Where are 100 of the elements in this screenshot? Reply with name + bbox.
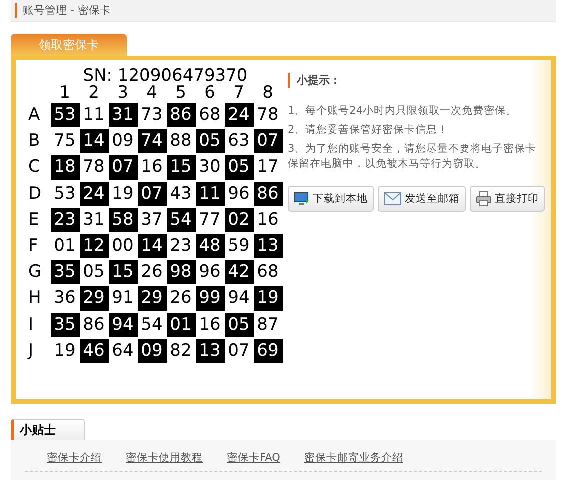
card-cell: 14 (80, 129, 108, 154)
card-cell: 69 (254, 338, 282, 363)
card-cell: 29 (138, 286, 166, 310)
card-cell: 09 (138, 338, 166, 363)
help-link[interactable]: 密保卡邮寄业务介绍 (304, 451, 404, 465)
card-cell: 86 (254, 182, 282, 206)
card-cell-text: 54 (140, 314, 164, 337)
card-cell: 07 (108, 155, 138, 180)
card-cell: 24 (80, 182, 108, 206)
card-cell-text: 88 (169, 130, 193, 154)
tip-text: 1、每个账号24小时内只限领取一次免费密保。 (288, 104, 518, 119)
tips-tab[interactable]: 小贴士 (11, 419, 85, 440)
card-cell: 05 (224, 312, 254, 337)
card-cell-text: 59 (227, 235, 251, 258)
card-cell: 11 (196, 182, 224, 206)
tips-title: 小提示： (288, 73, 547, 88)
row-header: I (28, 314, 35, 337)
action-button[interactable]: 直接打印 (470, 186, 545, 212)
card-cell-text: 23 (169, 235, 193, 258)
card-cell: 07 (138, 182, 166, 206)
card-cell-text: 30 (198, 156, 222, 180)
tip-text: 3、为了您的账号安全，请您尽量不要将电子密保卡保留在电脑中，以免被木马等行为窃取。 (288, 142, 538, 172)
card-cell: 15 (108, 260, 138, 284)
card-cell: 29 (80, 286, 108, 310)
column-header: 2 (88, 85, 100, 102)
card-cell-text: 26 (169, 287, 193, 310)
card-cell-text: 26 (140, 261, 164, 284)
card-cell-text: 94 (227, 287, 251, 310)
row-header: A (28, 104, 42, 128)
row-header: C (28, 156, 42, 180)
card-cell: 13 (196, 338, 224, 363)
column-header: 8 (262, 85, 274, 102)
card-cell: 99 (196, 286, 224, 310)
card-cell: 01 (166, 312, 196, 337)
card-cell: 19 (254, 286, 282, 310)
card-cell: 48 (196, 234, 224, 258)
column-header: 4 (146, 85, 158, 102)
card-cell-text: 68 (256, 261, 280, 284)
card-cell-text: 19 (53, 340, 77, 363)
card-cell: 46 (80, 338, 108, 363)
card-cell-text: 63 (227, 130, 251, 154)
row-header: D (28, 182, 43, 206)
card-cell-text: 96 (227, 182, 251, 206)
printer-icon (476, 191, 492, 207)
card-cell-text: 86 (82, 314, 106, 337)
card-cell-text: 19 (111, 182, 135, 206)
card-cell-text: 75 (53, 130, 77, 154)
card-cell: 23 (50, 208, 80, 232)
card-cell: 42 (224, 260, 254, 284)
action-button[interactable]: 发送至邮箱 (378, 186, 466, 212)
card-cell-text: 31 (82, 208, 106, 232)
card-cell-text: 68 (198, 104, 222, 128)
card-cell-text: 07 (227, 340, 251, 363)
row-header: E (28, 208, 40, 232)
column-header: 1 (58, 85, 72, 102)
card-cell-text: 43 (169, 182, 193, 206)
help-link[interactable]: 密保卡FAQ (227, 451, 280, 465)
card-cell-text: 17 (256, 156, 280, 180)
help-link[interactable]: 密保卡介绍 (47, 451, 102, 465)
card-cell-text: 37 (140, 208, 164, 232)
card-cell: 15 (166, 155, 196, 180)
card-cell-text: 16 (140, 156, 164, 180)
tip-text: 2、请您妥善保管好密保卡信息！ (288, 123, 450, 138)
card-cell: 12 (80, 234, 108, 258)
row-header: G (28, 261, 43, 284)
monitor-icon (294, 191, 310, 207)
card-cell-text: 78 (82, 156, 106, 180)
card-cell: 24 (224, 103, 254, 128)
help-link[interactable]: 密保卡使用教程 (126, 451, 203, 465)
card-cell: 31 (108, 103, 138, 128)
card-cell-text: 96 (198, 261, 222, 284)
column-header: 3 (116, 85, 130, 102)
row-header: B (28, 130, 42, 154)
card-cell-text: 36 (53, 287, 77, 310)
card-cell: 58 (108, 208, 138, 232)
card-cell-text: 53 (53, 182, 77, 206)
card-cell-text: 01 (53, 235, 77, 258)
column-header: 7 (232, 85, 246, 102)
row-header: H (28, 287, 42, 310)
card-cell-text: 77 (198, 208, 222, 232)
card-cell-text: 11 (82, 104, 106, 128)
card-cell: 54 (166, 208, 196, 232)
card-cell-text: 16 (198, 314, 222, 337)
row-header: J (28, 340, 35, 363)
card-cell: 02 (224, 208, 254, 232)
card-cell-text: 64 (111, 340, 135, 363)
action-button[interactable]: 下载到本地 (288, 186, 374, 212)
column-header: 6 (204, 85, 216, 102)
card-cell-text: 09 (111, 130, 135, 154)
card-cell: 53 (50, 103, 80, 128)
column-header: 5 (174, 85, 188, 102)
card-cell: 98 (166, 260, 196, 284)
row-header: F (28, 235, 40, 258)
serial-number: SN: 120906479370 (82, 68, 248, 85)
card-cell: 13 (254, 234, 282, 258)
card-cell: 94 (108, 312, 138, 337)
card-cell-text: 82 (169, 340, 193, 363)
card-cell-text: 87 (256, 314, 280, 337)
card-cell: 05 (224, 155, 254, 180)
card-cell: 14 (138, 234, 166, 258)
